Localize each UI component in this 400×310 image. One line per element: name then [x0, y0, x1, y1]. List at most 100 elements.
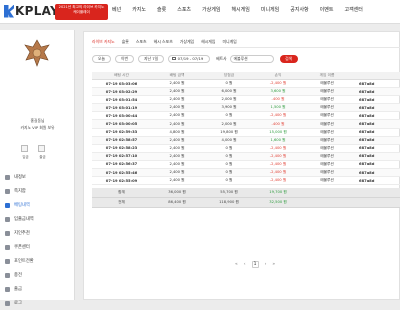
nav-item[interactable]: 이벤트 — [320, 6, 334, 13]
bet-time-cell: 07-19 02:56:37 — [105, 162, 138, 167]
sidebar-item-referral[interactable]: 지인추천 — [5, 226, 34, 240]
deposit-button[interactable]: 입금 — [21, 145, 29, 159]
page-next-button[interactable]: › — [265, 262, 267, 267]
nav-item[interactable]: 공지사항 — [290, 6, 308, 13]
page-current[interactable]: 1 — [251, 261, 259, 268]
sidebar-item-transactions[interactable]: 입출금내역 — [5, 212, 34, 226]
bet-amount-cell: 2,400 원 — [169, 170, 185, 175]
sidebar-item-deposit[interactable]: 충전 — [5, 268, 34, 282]
mail-icon — [5, 188, 10, 194]
game-name-cell: 에볼루션 — [320, 145, 334, 150]
game-provider-select[interactable]: 에볼루션 — [229, 54, 274, 63]
round-id-cell: 687a8d — [359, 130, 375, 135]
round-id-cell: 687a8d — [359, 146, 375, 151]
page-first-button[interactable]: « — [235, 262, 238, 267]
win-amount-cell: 2,000 원 — [221, 121, 237, 126]
main-nav: 베넌 카지노 슬롯 스포츠 가상게임 헤시게임 미니게임 공지사항 이벤트 고객… — [112, 6, 374, 13]
filter-today-button[interactable]: 오늘 — [92, 54, 111, 63]
promo-line2: 케이플레이 — [73, 10, 90, 14]
summary-row: 전체 86,400 원 118,900 원 32,500 원 — [92, 198, 400, 209]
profit-cell: 1,600 원 — [270, 137, 286, 142]
profit-cell: -2,400 원 — [269, 161, 287, 166]
bet-time-cell: 07-19 02:55:09 — [105, 178, 138, 183]
sidebar-item-label: 포인트전환 — [14, 259, 34, 264]
sidebar-item-log[interactable]: 로그 — [5, 296, 34, 310]
bet-time-cell: 07-19 03:03:06 — [105, 81, 138, 86]
filter-last7-button[interactable]: 지난 7일 — [138, 54, 165, 63]
win-amount-cell: 0 원 — [225, 145, 233, 150]
promo-banner[interactable]: 2021년 최고의 라이브 카지노 케이플레이 — [55, 4, 108, 20]
win-amount-cell: 0 원 — [225, 161, 233, 166]
calendar-icon — [172, 56, 176, 61]
logo[interactable]: KPLAY — [4, 4, 59, 18]
bet-amount-cell: 2,400 원 — [169, 161, 185, 166]
user-icon — [5, 174, 10, 180]
withdraw-button[interactable]: 출금 — [38, 145, 46, 159]
withdraw-label: 출금 — [39, 155, 46, 159]
sidebar-item-messages[interactable]: 쪽지함 — [5, 184, 34, 198]
nav-item[interactable]: 헤시게임 — [231, 6, 249, 13]
game-name-cell: 에볼루션 — [320, 129, 334, 134]
sidebar-item-withdraw[interactable]: 출금 — [5, 282, 34, 296]
win-amount-cell: 0 원 — [225, 81, 233, 86]
col-header: 배팅 시간 — [114, 73, 129, 77]
bet-amount-cell: 2,400 원 — [169, 153, 185, 158]
summary-cell: 118,900 원 — [219, 200, 239, 205]
nav-item[interactable]: 슬롯 — [157, 6, 166, 13]
summary-label: 합계 — [118, 190, 125, 195]
bet-time-cell: 07-19 03:01:54 — [105, 97, 138, 102]
profit-cell: -2,400 원 — [269, 81, 287, 86]
round-id-cell: 687a8d — [359, 81, 375, 86]
page-last-button[interactable]: » — [272, 262, 275, 267]
bet-amount-cell: 2,400 원 — [169, 113, 185, 118]
sidebar-item-coupons[interactable]: 쿠폰센터 — [5, 240, 34, 254]
profit-cell: 15,000 원 — [269, 129, 287, 134]
sidebar-item-label: 지인추천 — [14, 231, 30, 236]
date-range-picker[interactable]: 07/19 - 07/19 — [168, 54, 211, 63]
table-row: 07-19 03:03:06 2,400 원 0 원 -2,400 원 에볼루션 687a… — [92, 80, 400, 89]
profit-cell: -400 원 — [271, 97, 285, 102]
table-row: 07-19 02:58:57 2,400 원 4,000 원 1,600 원 에볼루션 6… — [92, 136, 400, 145]
game-name-cell: 에볼루션 — [320, 161, 334, 166]
round-id-cell: 687a8d — [359, 154, 375, 159]
sidebar-item-bet-history[interactable]: 배팅내역 — [5, 198, 34, 212]
bet-time-cell: 07-19 03:01:19 — [105, 105, 138, 110]
filter-week-button[interactable]: 이번 — [115, 54, 134, 63]
profit-cell: 3,600 원 — [270, 89, 286, 94]
summary-label: 전체 — [118, 200, 125, 205]
nav-item[interactable]: 가상게임 — [202, 6, 220, 13]
nav-item[interactable]: 카지노 — [132, 6, 146, 13]
sidebar-item-label: 배팅내역 — [14, 203, 30, 208]
sidebar-item-label: 쿠폰센터 — [14, 245, 30, 250]
bet-amount-cell: 2,400 원 — [169, 89, 185, 94]
round-id-cell: 687a8d — [359, 113, 375, 118]
sidebar-item-label: 출금 — [14, 287, 22, 292]
profit-cell: -2,400 원 — [269, 145, 287, 150]
sidebar-item-label: 충전 — [14, 273, 22, 278]
deposit-label: 입금 — [22, 155, 29, 159]
nav-item[interactable]: 스포츠 — [177, 6, 191, 13]
table-row: 07-19 02:58:23 2,400 원 0 원 -2,400 원 에볼루션 687a… — [92, 145, 400, 153]
page-prev-button[interactable]: ‹ — [244, 262, 246, 267]
nav-item[interactable]: 미니게임 — [261, 6, 279, 13]
bet-amount-cell: 2,400 원 — [169, 178, 185, 183]
nav-item[interactable]: 고객센터 — [344, 6, 362, 13]
summary-cell: 19,700 원 — [269, 190, 287, 195]
game-name-cell: 에볼루션 — [320, 105, 334, 110]
table-row: 07-19 03:01:19 2,400 원 3,900 원 1,500 원 에볼루션 6… — [92, 104, 400, 113]
profit-cell: -400 원 — [271, 121, 285, 126]
quick-buttons: 입금 출금 — [21, 145, 55, 159]
win-amount-cell: 6,000 원 — [221, 89, 237, 94]
sidebar-item-points[interactable]: 포인트전환 — [5, 254, 34, 268]
game-provider-value: 에볼루션 — [233, 55, 248, 61]
search-button[interactable]: 검색 — [279, 54, 298, 63]
win-amount-cell: 0 원 — [225, 170, 233, 175]
bet-amount-cell: 2,400 원 — [169, 137, 185, 142]
table-row: 07-19 02:59:33 4,800 원 19,800 원 15,000 원 에볼루… — [92, 129, 400, 137]
bet-time-cell: 07-19 02:57:10 — [105, 154, 138, 159]
win-amount-cell: 3,900 원 — [221, 105, 237, 110]
table-header: 배팅 시간 배팅 금액 당첨금 손익 게임 이름 — [92, 72, 400, 80]
sidebar-item-info[interactable]: 내정보 — [5, 170, 34, 184]
nav-item[interactable]: 베넌 — [112, 6, 121, 13]
bet-history-table: 배팅 시간 배팅 금액 당첨금 손익 게임 이름 07-19 03:03:06 2… — [92, 72, 400, 209]
